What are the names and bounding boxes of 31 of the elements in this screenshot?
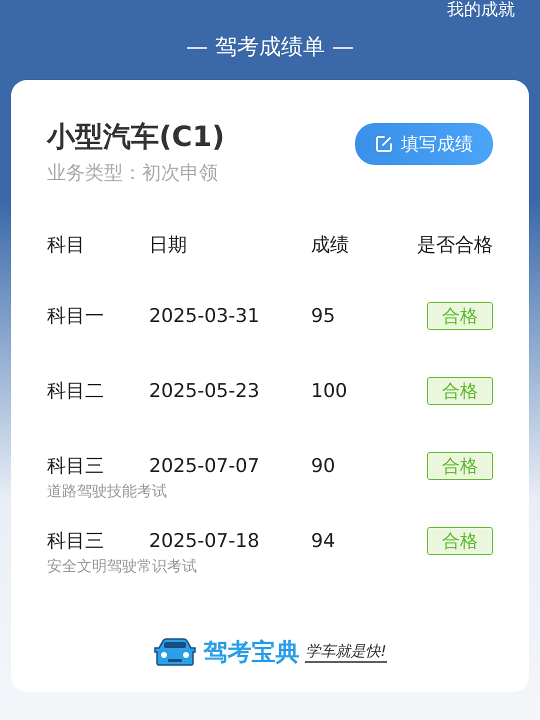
result-badge: 合格 [427, 377, 493, 405]
column-header: 科目 [47, 233, 86, 258]
score-cell-text: 94 [311, 530, 336, 552]
subject-cell-text: 科目三 [47, 529, 105, 554]
column-header: 成绩 [311, 233, 350, 258]
date-cell-text: 2025-07-18 [149, 530, 260, 552]
score-cell-text: 100 [311, 380, 348, 402]
result-badge: 合格 [427, 302, 493, 330]
result-badge: 合格 [427, 527, 493, 555]
subject-cell-text: 科目一 [47, 304, 105, 329]
column-header: 是否合格 [417, 233, 493, 258]
score-cell-text: 95 [311, 305, 336, 327]
score-cell-text: 90 [311, 455, 336, 477]
date-cell-text: 2025-05-23 [149, 380, 260, 402]
result-badge: 合格 [427, 452, 493, 480]
subject-cell-text: 科目二 [47, 379, 105, 404]
business-type: 业务类型：初次申领 [47, 161, 219, 186]
achievement-link[interactable]: 我的成就 [447, 0, 515, 24]
car-icon [153, 638, 198, 666]
brand-name: 驾考宝典 [203, 637, 300, 668]
subject-cell-text: 科目三 [47, 454, 105, 479]
brand-slogan: 学车就是快! [305, 642, 386, 662]
exam-note: 安全文明驾驶常识考试 [47, 557, 198, 576]
exam-note: 道路驾驶技能考试 [47, 482, 168, 501]
date-cell-text: 2025-07-07 [149, 455, 260, 477]
edit-icon [375, 135, 393, 153]
column-header: 日期 [149, 233, 188, 258]
page-title: — 驾考成绩单 — [185, 34, 355, 62]
date-cell-text: 2025-03-31 [149, 305, 260, 327]
fill-score-button[interactable]: 填写成绩 [355, 123, 493, 165]
license-type: 小型汽车(C1) [47, 119, 225, 155]
